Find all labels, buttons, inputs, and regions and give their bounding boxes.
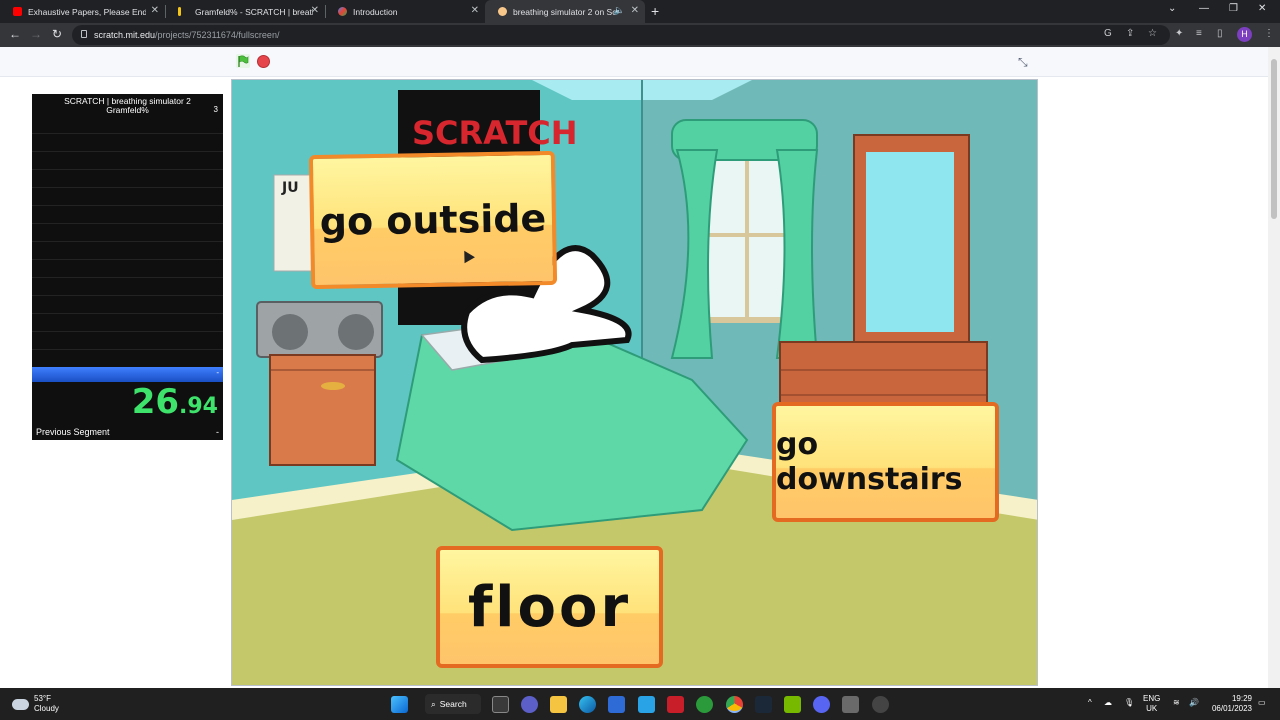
attempt-count: 3	[213, 105, 218, 114]
timer-seconds: 26	[131, 382, 180, 422]
restore-icon[interactable]: ❐	[1229, 3, 1238, 14]
bookmark-star-icon[interactable]: ☆	[1148, 28, 1157, 39]
weather-desc: Cloudy	[34, 704, 59, 713]
onedrive-icon[interactable]: ☁	[1104, 698, 1112, 708]
url-host: scratch.mit.edu	[94, 30, 156, 40]
side-panel-icon[interactable]: ▯	[1217, 28, 1223, 39]
notification-bell-icon[interactable]: ▭	[1258, 698, 1266, 708]
edge-icon[interactable]	[579, 696, 596, 713]
previous-segment-label: Previous Segment	[36, 427, 110, 437]
store-icon[interactable]	[608, 696, 625, 713]
weather-temp: 53°F	[34, 694, 51, 703]
tab-label: Introduction	[353, 6, 398, 17]
share-icon[interactable]: ⇪	[1126, 28, 1134, 39]
tab-youtube[interactable]: Exhaustive Papers, Please Ending ✕	[0, 0, 165, 23]
lang-region: UK	[1146, 704, 1158, 713]
file-explorer-icon[interactable]	[550, 696, 567, 713]
security-shield-icon[interactable]	[667, 696, 684, 713]
stop-button[interactable]	[257, 55, 270, 68]
chat-icon[interactable]	[521, 696, 538, 713]
close-icon[interactable]: ✕	[631, 5, 639, 16]
current-split-delta: -	[216, 368, 219, 377]
clock-time: 19:29	[1231, 694, 1252, 703]
close-icon[interactable]: ✕	[151, 5, 159, 16]
go-outside-button[interactable]: go outside	[308, 150, 558, 290]
kebab-menu-icon[interactable]: ⋮	[1264, 28, 1274, 39]
page-scrollbar[interactable]	[1268, 47, 1280, 688]
current-split-highlight	[32, 367, 223, 382]
tab-label: Gramfeld% - SCRATCH | breathing	[195, 6, 313, 17]
window-close-icon[interactable]: ✕	[1258, 3, 1266, 14]
clock[interactable]: 19:29 06/01/2023	[1208, 694, 1252, 714]
calendar-text: JU	[281, 180, 299, 196]
start-windows-icon[interactable]	[391, 696, 408, 713]
reload-icon[interactable]: ↻	[52, 27, 62, 41]
exit-fullscreen-icon[interactable]: ⤡	[1018, 55, 1028, 70]
cloud-icon	[12, 698, 29, 710]
lang-code: ENG	[1143, 694, 1161, 703]
extensions-puzzle-icon[interactable]: ✦	[1175, 28, 1183, 39]
discord-icon[interactable]	[813, 696, 830, 713]
wifi-icon[interactable]: ≋	[1173, 698, 1180, 708]
settings-gear-icon[interactable]	[872, 696, 889, 713]
go-downstairs-button[interactable]: go downstairs	[772, 402, 999, 522]
livesplit-app-icon[interactable]	[638, 696, 655, 713]
browser-toolbar: ← → ↻ scratch.mit.edu/projects/752311674…	[0, 23, 1280, 47]
tray-chevron-icon[interactable]: ^	[1088, 698, 1092, 708]
green-flag-icon[interactable]	[236, 54, 250, 68]
profile-avatar[interactable]: H	[1237, 27, 1252, 42]
task-view-icon[interactable]	[492, 696, 509, 713]
address-bar[interactable]: scratch.mit.edu/projects/752311674/fulls…	[72, 25, 1170, 45]
clock-date: 06/01/2023	[1211, 704, 1252, 713]
forward-arrow-icon[interactable]: →	[30, 27, 42, 41]
search-label: Search	[439, 699, 467, 709]
google-lens-icon[interactable]: G	[1104, 28, 1112, 39]
steam-icon[interactable]	[755, 696, 772, 713]
speedrun-icon	[178, 7, 181, 16]
tab-label: breathing simulator 2 on Scr	[513, 6, 617, 17]
scrollbar-thumb[interactable]	[1271, 59, 1277, 219]
floor-button[interactable]: floor	[436, 546, 663, 668]
chrome-icon[interactable]	[726, 696, 743, 713]
youtube-icon	[13, 7, 22, 16]
back-arrow-icon[interactable]: ←	[9, 27, 21, 41]
tab-speedrun[interactable]: Gramfeld% - SCRATCH | breathing ✕	[165, 0, 325, 23]
browser-tab-strip: Exhaustive Papers, Please Ending ✕ Gramf…	[0, 0, 1280, 23]
split-rows	[32, 116, 223, 366]
media-queue-icon[interactable]: ≡	[1196, 28, 1202, 39]
close-icon[interactable]: ✕	[471, 5, 479, 16]
speedrun-timer-panel: SCRATCH | breathing simulator 2 Gramfeld…	[32, 94, 223, 440]
url-path: /projects/752311674/fullscreen/	[155, 30, 280, 40]
windows-taskbar: 53°F Cloudy ⌕ Search ^ ☁ 🎙 ENG UK ≋ 🔊 19…	[0, 688, 1280, 720]
livesplit-icon	[338, 7, 347, 16]
scratch-icon	[498, 7, 507, 16]
speaker-icon[interactable]: 🔈	[614, 5, 625, 16]
volume-icon[interactable]: 🔊	[1189, 698, 1199, 708]
search-icon: ⌕	[431, 698, 436, 709]
microphone-icon[interactable]: 🎙	[1124, 698, 1134, 708]
tab-search-icon[interactable]: ⌄	[1168, 3, 1176, 14]
tab-label: Exhaustive Papers, Please Ending	[28, 6, 146, 17]
close-icon[interactable]: ✕	[311, 5, 319, 16]
poster-text: SCRATCH	[412, 114, 578, 152]
tab-introduction[interactable]: Introduction ✕	[325, 0, 485, 23]
xbox-icon[interactable]	[696, 696, 713, 713]
weather-widget[interactable]: 53°F Cloudy	[12, 694, 59, 714]
run-timer: 26.94	[132, 382, 218, 422]
scratch-stage[interactable]: SCRATCH JU go outside go downstairs floo…	[231, 79, 1038, 686]
previous-segment-value: -	[216, 427, 219, 437]
new-tab-button[interactable]: +	[651, 3, 659, 19]
scratch-player-controls: ⤡	[0, 47, 1268, 77]
language-indicator[interactable]: ENG UK	[1143, 694, 1160, 714]
lock-icon	[81, 30, 87, 38]
run-category: Gramfeld%	[106, 105, 149, 115]
nvidia-icon[interactable]	[784, 696, 801, 713]
obs-icon[interactable]	[842, 696, 859, 713]
tab-breathing-simulator[interactable]: breathing simulator 2 on Scr 🔈 ✕	[485, 0, 645, 23]
timer-fraction: .94	[179, 394, 218, 419]
taskbar-search[interactable]: ⌕ Search	[425, 694, 481, 714]
minimize-icon[interactable]: —	[1199, 3, 1209, 14]
